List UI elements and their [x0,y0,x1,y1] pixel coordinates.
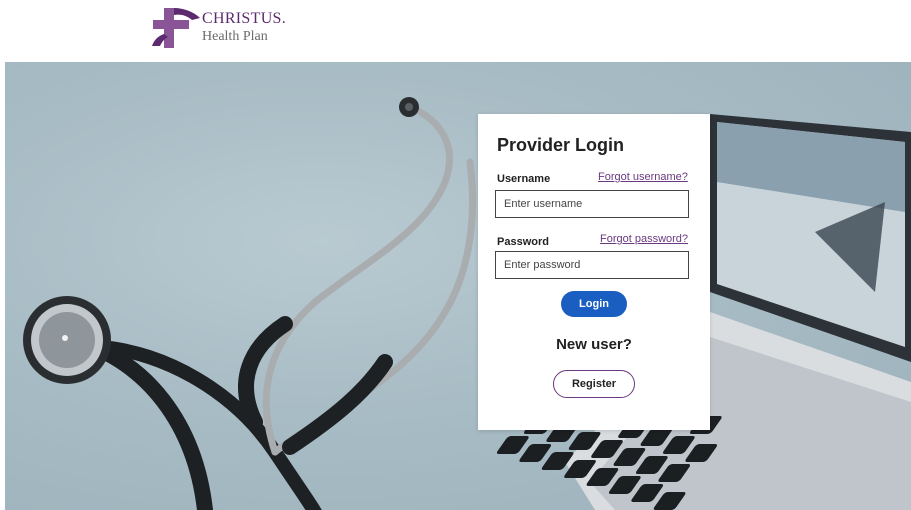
forgot-username-link[interactable]: Forgot username? [598,171,688,183]
stethoscope-chestpiece [23,296,111,384]
christus-logo[interactable]: CHRISTUS. Health Plan [150,6,330,54]
brand-subtitle: Health Plan [202,29,268,44]
login-button[interactable]: Login [561,291,627,317]
password-label: Password [497,236,549,248]
username-label: Username [497,173,551,185]
register-button[interactable]: Register [553,370,635,398]
login-title: Provider Login [497,135,625,155]
forgot-password-link[interactable]: Forgot password? [600,233,688,245]
username-input[interactable] [495,190,689,218]
site-header: CHRISTUS. Health Plan [0,0,911,62]
password-input[interactable] [495,251,689,279]
new-user-heading: New user? [556,336,632,353]
stethoscope-image [72,103,476,510]
stethoscope-earpiece [399,97,419,117]
hero-image [5,62,911,510]
stethoscope-laptop-illustration [23,97,911,510]
brand-name: CHRISTUS. [202,10,287,27]
provider-login-card: Provider Login Username Forgot username?… [478,114,710,430]
cross-logo-icon [152,8,200,48]
